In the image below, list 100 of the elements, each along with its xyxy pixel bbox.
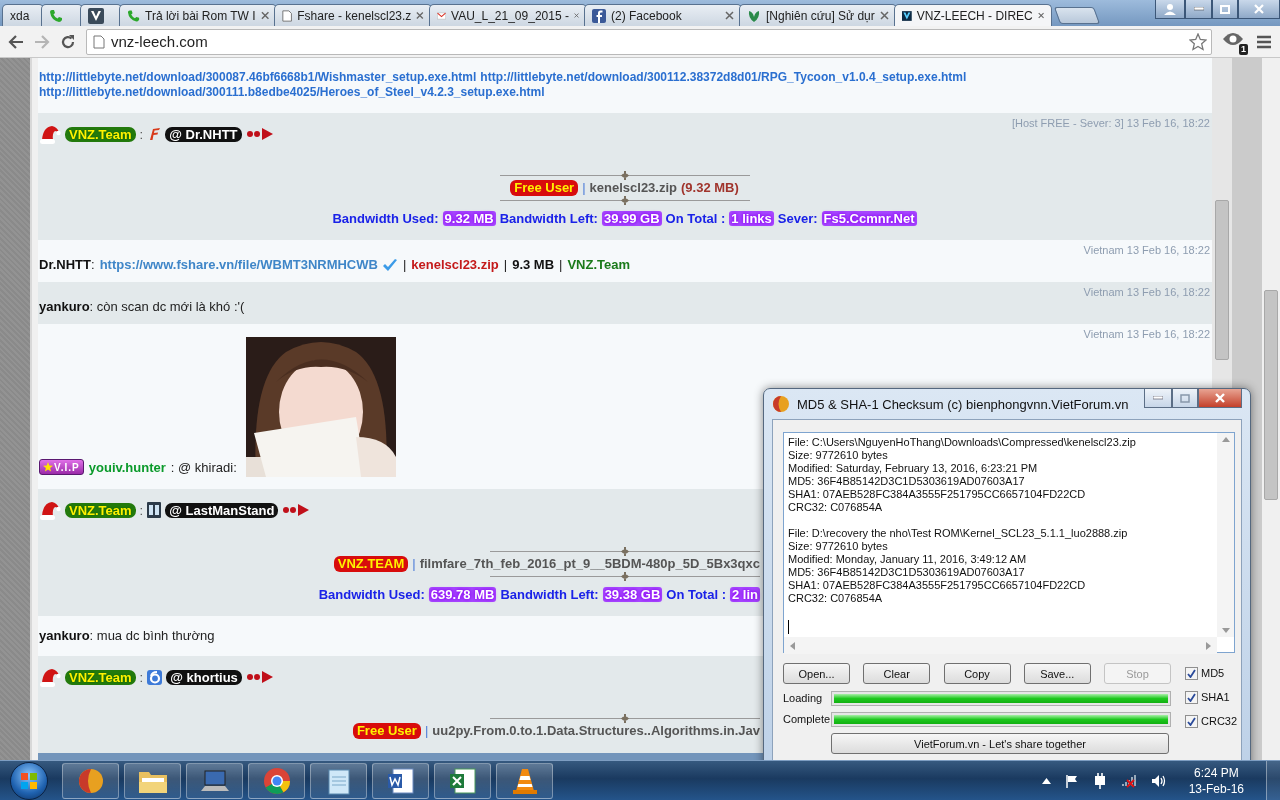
close-icon [1215,393,1225,403]
scrollbar-thumb[interactable] [1264,290,1278,500]
message-text: 9.3 MB [512,256,555,274]
santa-hat-icon [39,666,61,688]
arrow-icon [282,504,311,516]
taskbar-app[interactable] [496,762,553,799]
download-link[interactable]: http://littlebyte.net/download/300112.38372d8d01/RPG_Tycoon_v1.0.4_setup.exe.html [480,70,967,85]
author-name: Dr.NHTT [39,256,91,274]
clock[interactable]: 6:24 PM 13-Feb-16 [1180,764,1252,797]
browser-tab[interactable] [41,4,83,26]
browser-tab[interactable] [80,4,122,26]
maximize-icon [1220,4,1230,14]
author-name: yankuro [39,298,90,316]
down-arrow-icon [1221,628,1230,633]
flag-icon[interactable] [1064,773,1079,788]
download-link[interactable]: http://littlebyte.net/download/300111.b8edbe4025/Heroes_of_Steel_v4.2.3_setup.exe.html [39,85,545,100]
sender-name: VNZ.Team [65,126,136,142]
author-name: youiv.hunter [88,460,166,475]
taskbar-app[interactable] [62,762,119,799]
close-icon [260,11,269,20]
share-button[interactable]: VietForum.vn - Let's share together [831,733,1169,754]
taskbar-app[interactable] [310,762,367,799]
message-text: VNZ.Team [567,256,631,274]
message-text: | [402,256,407,274]
new-tab-button[interactable] [1053,7,1101,24]
spreadsheet-icon [448,766,477,795]
address-bar[interactable]: vnz-leech.com [86,28,1212,55]
message-time: Vietnam 13 Feb 16, 18:22 [1083,286,1210,298]
dialog-button[interactable]: Clear [863,663,931,684]
dialog-button[interactable]: Copy [943,663,1011,684]
laptop-icon [199,768,230,793]
browser-tab[interactable]: (2) Facebook [584,4,742,26]
dialog-button[interactable]: Save... [1023,663,1091,684]
close-icon [416,11,424,20]
taskbar-app[interactable] [124,762,181,799]
vertical-scrollbar[interactable] [1217,433,1234,637]
download-link[interactable]: http://littlebyte.net/download/300087.46bf6668b1/Wishmaster_setup.exe.html [39,70,477,85]
close-icon [1037,11,1044,20]
show-desktop-button[interactable] [1266,761,1280,800]
message-text: kenelscl23.zip [411,256,499,274]
browser-tab[interactable]: xda [2,4,44,26]
caret-icon[interactable] [1041,777,1051,784]
output-line: SHA1: 07AEB528FC384A3555F251795CC6657104FD22CD [788,579,1087,592]
message-link[interactable]: https://www.fshare.vn/file/WBMT3NRMHCWB [99,256,378,274]
output-line: CRC32: C076854A [788,501,884,514]
maximize-button[interactable] [1212,0,1238,19]
taskbar-app[interactable] [372,762,429,799]
scrollbar-thumb[interactable] [1215,200,1229,360]
output-line: CRC32: C076854A [788,592,884,605]
right-arrow-icon [1206,641,1211,650]
taskbar-app[interactable] [186,762,243,799]
file-name: filmfare_7th_feb_2016_pt_9__5BDM-480p_5D_5Bx3qxc [419,556,760,572]
browser-tab[interactable]: [Nghiên cứu] Sử dụr [739,4,897,26]
santa-hat-icon [39,123,61,145]
browser-tab[interactable]: Fshare - kenelscl23.z [274,4,432,26]
user-mention: @ khortius [166,669,242,685]
user-mention: @ Dr.NHTT [165,126,242,142]
menu-icon[interactable] [1256,34,1272,49]
extension-button[interactable]: 1 [1222,30,1246,53]
author-name: yankuro [39,627,90,645]
checkbox[interactable] [1185,714,1198,728]
traffic-cone-icon [511,766,538,795]
output-line: MD5: 36F4B85142D3C1D5303619AD07603A17 [788,566,1026,579]
profile-button[interactable] [1155,0,1185,19]
back-icon[interactable] [8,34,24,49]
volume-icon[interactable] [1150,773,1167,788]
start-button[interactable] [10,761,48,800]
signal-icon[interactable] [1120,773,1137,788]
page-icon [282,8,293,23]
reload-icon[interactable] [60,33,76,50]
taskbar-app[interactable] [434,762,491,799]
minimize-button[interactable] [1185,0,1212,19]
output-line: File: D:\recovery the nho\Test ROM\Kernel_SCL23_5.1.1_luo2888.zip [788,527,1129,540]
power-plug-icon[interactable] [1092,772,1107,789]
maximize-button[interactable] [1172,389,1198,408]
star-icon[interactable] [1189,32,1207,51]
checkbox[interactable] [1185,690,1198,704]
sender-name: VNZ.Team [65,669,136,685]
close-icon [880,11,889,20]
output-field[interactable] [783,432,1235,653]
message-text: : còn scan dc mới là khó :'( [89,298,245,316]
minimize-button[interactable] [1144,389,1172,408]
mail-icon [437,9,447,22]
browser-tab[interactable]: Trả lời bài Rom TW I [119,4,277,26]
text-cursor [788,620,789,634]
horizontal-scrollbar[interactable] [784,637,1217,654]
dialog-button[interactable]: Open... [783,663,850,684]
close-button[interactable] [1198,389,1242,408]
left-arrow-icon [790,641,795,650]
user-tag: Free User [510,180,579,196]
taskbar-app[interactable] [248,762,305,799]
close-button[interactable] [1238,0,1280,19]
window-title: MD5 & SHA-1 Checksum (c) bienphongvnn.VietForum.vn [797,396,1129,412]
output-line: Size: 9772610 bytes [788,449,889,462]
browser-tab[interactable]: VAU_L_21_09_2015 - [429,4,587,26]
badge-text: V.I.P [54,461,80,473]
browser-tab[interactable]: VNZ-LEECH - DIREC [894,4,1052,26]
close-icon [573,11,579,20]
output-line: Modified: Saturday, February 13, 2016, 6:23:21 PM [788,462,1039,475]
checkbox[interactable] [1185,666,1198,680]
